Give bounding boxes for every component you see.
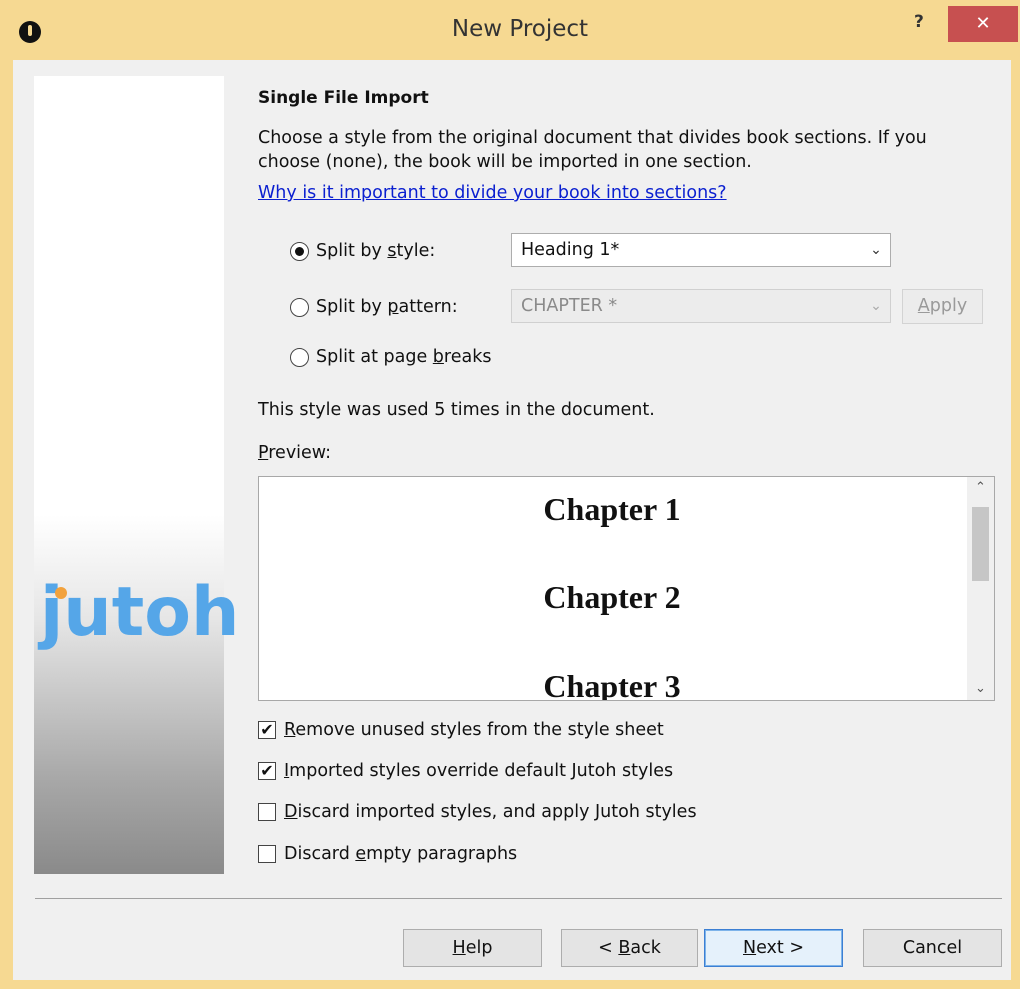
preview-label: Preview: xyxy=(258,443,332,463)
page-description: Choose a style from the original documen… xyxy=(258,128,927,172)
preview-line-1: Chapter 1 xyxy=(543,491,681,527)
checkbox-unchecked[interactable] xyxy=(258,845,276,863)
scroll-down-icon[interactable]: ⌄ xyxy=(967,678,994,700)
split-by-style-radio[interactable]: Split by style: xyxy=(290,238,435,264)
apply-pattern-button[interactable]: Apply xyxy=(902,289,983,324)
override-default-styles-label: Imported styles override default Jutoh s… xyxy=(284,761,674,781)
remove-unused-styles-label: Remove unused styles from the style shee… xyxy=(284,720,664,740)
checkmark-icon[interactable]: ✔ xyxy=(258,721,276,739)
style-select[interactable]: Heading 1* ⌄ xyxy=(511,233,891,267)
override-default-styles-checkbox[interactable]: ✔ Imported styles override default Jutoh… xyxy=(258,759,673,783)
preview-line-2: Chapter 2 xyxy=(543,579,681,615)
checkbox-unchecked[interactable] xyxy=(258,803,276,821)
sidebar-banner: jutoh xyxy=(34,76,239,874)
back-button[interactable]: < Back xyxy=(561,929,698,967)
discard-imported-styles-checkbox[interactable]: Discard imported styles, and apply Jutoh… xyxy=(258,800,697,824)
split-at-page-breaks-label: Split at page breaks xyxy=(316,347,492,367)
new-project-dialog: New Project ? ✕ jutoh Single File Import… xyxy=(0,0,1020,989)
footer-separator xyxy=(35,898,1002,899)
pattern-select-value: CHAPTER * xyxy=(521,296,618,316)
preview-line-3: Chapter 3 xyxy=(543,668,681,701)
scroll-thumb[interactable] xyxy=(972,507,989,581)
split-by-pattern-label: Split by pattern: xyxy=(316,297,458,317)
remove-unused-styles-checkbox[interactable]: ✔ Remove unused styles from the style sh… xyxy=(258,718,664,742)
split-by-style-label: Split by style: xyxy=(316,241,436,261)
discard-empty-paragraphs-checkbox[interactable]: Discard empty paragraphs xyxy=(258,842,517,866)
radio-button[interactable] xyxy=(290,297,309,317)
logo-dot-icon xyxy=(55,587,67,599)
checkmark-icon[interactable]: ✔ xyxy=(258,762,276,780)
style-select-value: Heading 1* xyxy=(521,240,620,260)
split-by-pattern-radio[interactable]: Split by pattern: xyxy=(290,294,458,320)
chevron-down-icon: ⌄ xyxy=(870,298,882,314)
pattern-select[interactable]: CHAPTER * ⌄ xyxy=(511,289,891,323)
preview-scrollbar[interactable]: ⌃ ⌄ xyxy=(967,477,994,700)
style-usage-text: This style was used 5 times in the docum… xyxy=(258,400,655,420)
chevron-down-icon: ⌄ xyxy=(870,242,882,258)
split-at-page-breaks-radio[interactable]: Split at page breaks xyxy=(290,344,491,370)
discard-empty-paragraphs-label: Discard empty paragraphs xyxy=(284,844,518,864)
sections-help-link[interactable]: Why is it important to divide your book … xyxy=(258,183,727,203)
cancel-button[interactable]: Cancel xyxy=(863,929,1002,967)
preview-pane[interactable]: Chapter 1 Chapter 2 Chapter 3 ⌃ ⌄ xyxy=(258,476,995,701)
title-bar[interactable]: New Project ? ✕ xyxy=(0,0,1020,64)
radio-button[interactable] xyxy=(290,347,309,367)
next-button[interactable]: Next > xyxy=(704,929,843,967)
scroll-up-icon[interactable]: ⌃ xyxy=(967,477,994,499)
window-title: New Project xyxy=(451,16,589,42)
radio-button-selected[interactable] xyxy=(290,241,309,261)
close-button[interactable]: ✕ xyxy=(948,6,1018,42)
jutoh-logo: jutoh xyxy=(40,573,240,652)
help-icon[interactable]: ? xyxy=(914,12,934,36)
dialog-body: jutoh Single File Import Choose a style … xyxy=(13,60,1011,980)
page-heading: Single File Import xyxy=(258,88,429,108)
discard-imported-styles-label: Discard imported styles, and apply Jutoh… xyxy=(284,802,697,822)
help-button[interactable]: Help xyxy=(403,929,542,967)
